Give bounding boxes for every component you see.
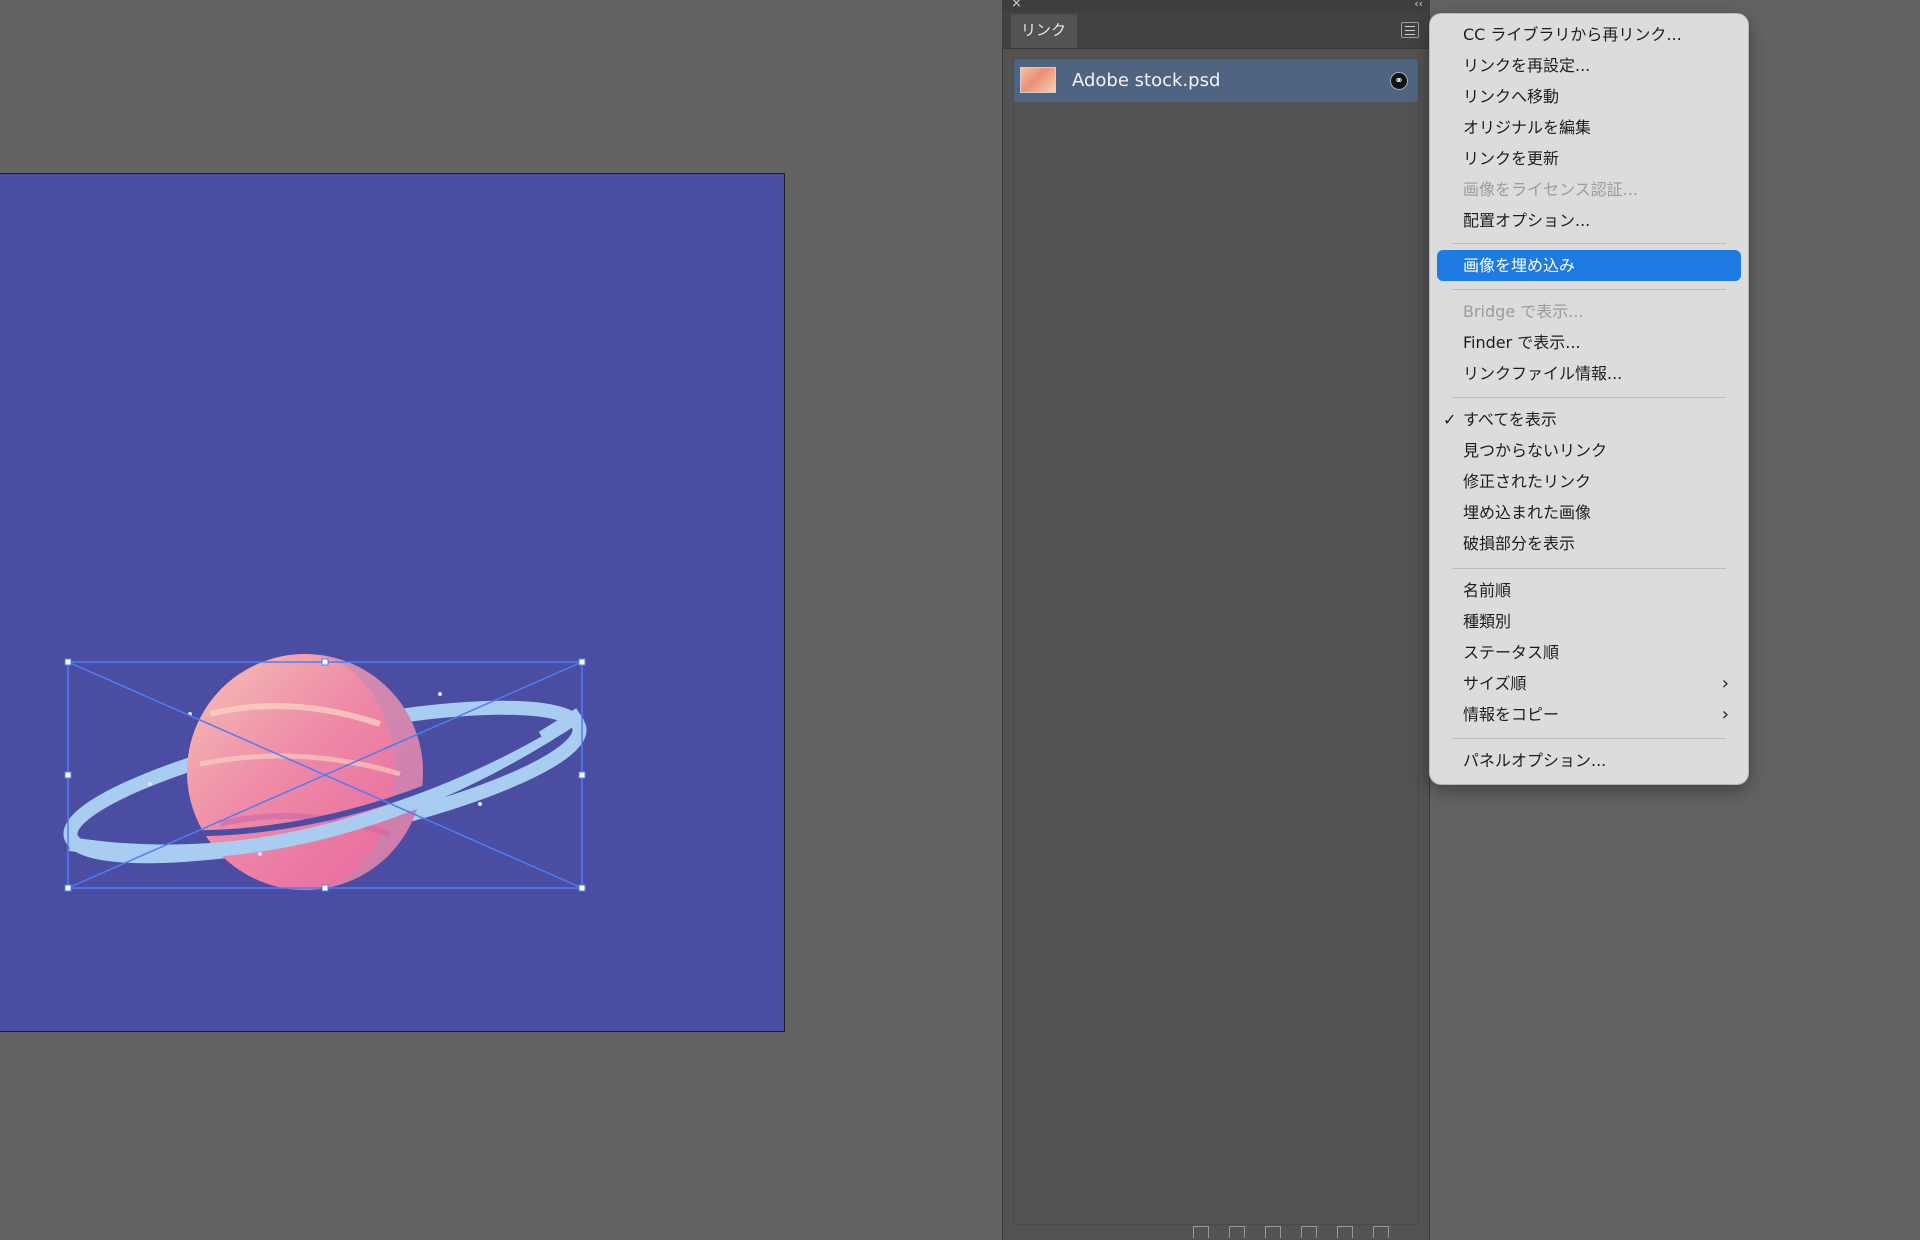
menu-item-label: リンクファイル情報... — [1463, 364, 1623, 383]
menu-item-relink-cc[interactable]: CC ライブラリから再リンク... — [1437, 19, 1741, 50]
menu-separator — [1452, 243, 1726, 244]
menu-item-label: リンクへ移動 — [1463, 87, 1560, 106]
relink-icon[interactable] — [1229, 1226, 1245, 1238]
menu-item-label: 埋め込まれた画像 — [1463, 503, 1592, 522]
menu-separator — [1452, 397, 1726, 398]
menu-item-label: リンクを更新 — [1463, 149, 1560, 168]
menu-item-goto-link[interactable]: リンクへ移動 — [1437, 81, 1741, 112]
menu-separator — [1452, 289, 1726, 290]
canvas-workspace[interactable] — [0, 0, 1002, 1240]
menu-item-label: パネルオプション... — [1463, 751, 1607, 770]
delete-icon[interactable] — [1373, 1226, 1389, 1238]
link-name: Adobe stock.psd — [1072, 70, 1221, 91]
menu-item-label: リンクを再設定... — [1463, 56, 1591, 75]
menu-item-sort-by-kind[interactable]: 種類別 — [1437, 606, 1741, 637]
image-thumbnail-icon — [1020, 67, 1056, 93]
menu-item-label: 画像を埋め込み — [1463, 256, 1576, 275]
menu-item-label: 破損部分を表示 — [1463, 534, 1576, 553]
links-list: Adobe stock.psd ⚭ — [1013, 58, 1419, 1225]
checkmark-icon: ✓ — [1443, 410, 1457, 429]
placed-image[interactable] — [60, 654, 590, 904]
menu-item-relink[interactable]: リンクを再設定... — [1437, 50, 1741, 81]
menu-item-label: CC ライブラリから再リンク... — [1463, 25, 1682, 44]
menu-item-sort-by-name[interactable]: 名前順 — [1437, 575, 1741, 606]
menu-item-label: オリジナルを編集 — [1463, 118, 1592, 137]
edit-original-icon[interactable] — [1337, 1226, 1353, 1238]
chevron-right-icon: › — [1721, 704, 1729, 725]
menu-item-label: 見つからないリンク — [1463, 441, 1608, 460]
menu-item-sort-by-size[interactable]: サイズ順 › — [1437, 668, 1741, 699]
menu-separator — [1452, 568, 1726, 569]
menu-item-label: Finder で表示... — [1463, 333, 1581, 352]
menu-item-label: 配置オプション... — [1463, 211, 1591, 230]
menu-item-label: すべてを表示 — [1463, 410, 1557, 429]
collapse-icon[interactable]: ‹‹ — [1414, 0, 1423, 11]
link-icon: ⚭ — [1390, 72, 1408, 90]
tab-links[interactable]: リンク — [1011, 14, 1077, 48]
menu-item-show-modified[interactable]: 修正されたリンク — [1437, 466, 1741, 497]
panel-footer-toolbar — [1003, 1226, 1429, 1240]
menu-item-show-all[interactable]: ✓ すべてを表示 — [1437, 404, 1741, 435]
menu-item-link-file-info[interactable]: リンクファイル情報... — [1437, 358, 1741, 389]
menu-item-label: サイズ順 — [1463, 674, 1527, 693]
panel-tab-bar: リンク — [1003, 12, 1429, 49]
menu-item-edit-original[interactable]: オリジナルを編集 — [1437, 112, 1741, 143]
menu-item-label: 種類別 — [1463, 612, 1512, 631]
planet-illustration-icon — [63, 654, 587, 890]
menu-item-label: ステータス順 — [1463, 643, 1560, 662]
menu-item-placement-options[interactable]: 配置オプション... — [1437, 205, 1741, 236]
menu-item-label: 情報をコピー — [1463, 705, 1560, 724]
artboard[interactable] — [0, 173, 785, 1032]
menu-item-label: 修正されたリンク — [1463, 472, 1592, 491]
menu-item-label: Bridge で表示... — [1463, 302, 1584, 321]
menu-item-show-embedded[interactable]: 埋め込まれた画像 — [1437, 497, 1741, 528]
chevron-right-icon: › — [1721, 673, 1729, 694]
menu-item-label: 名前順 — [1463, 581, 1512, 600]
menu-separator — [1452, 738, 1726, 739]
panel-header-strip: × ‹‹ — [1003, 0, 1429, 12]
relink-from-cc-icon[interactable] — [1193, 1226, 1209, 1238]
menu-item-show-missing[interactable]: 見つからないリンク — [1437, 435, 1741, 466]
menu-item-update-link[interactable]: リンクを更新 — [1437, 143, 1741, 174]
menu-item-panel-options[interactable]: パネルオプション... — [1437, 745, 1741, 776]
panel-menu-icon[interactable] — [1401, 22, 1419, 38]
menu-item-sort-by-status[interactable]: ステータス順 — [1437, 637, 1741, 668]
links-panel-flyout-menu: CC ライブラリから再リンク... リンクを再設定... リンクへ移動 オリジナ… — [1429, 13, 1749, 785]
menu-item-reveal-in-bridge: Bridge で表示... — [1437, 296, 1741, 327]
goto-link-icon[interactable] — [1265, 1226, 1281, 1238]
close-icon[interactable]: × — [1011, 0, 1022, 11]
update-link-icon[interactable] — [1301, 1226, 1317, 1238]
links-panel: × ‹‹ リンク Adobe stock.psd ⚭ — [1002, 0, 1430, 1240]
menu-item-show-broken[interactable]: 破損部分を表示 — [1437, 528, 1741, 559]
link-row[interactable]: Adobe stock.psd ⚭ — [1014, 59, 1418, 102]
menu-item-label: 画像をライセンス認証... — [1463, 180, 1638, 199]
menu-item-reveal-in-finder[interactable]: Finder で表示... — [1437, 327, 1741, 358]
menu-item-embed-image[interactable]: 画像を埋め込み — [1437, 250, 1741, 281]
menu-item-license-image: 画像をライセンス認証... — [1437, 174, 1741, 205]
menu-item-copy-info[interactable]: 情報をコピー › — [1437, 699, 1741, 730]
